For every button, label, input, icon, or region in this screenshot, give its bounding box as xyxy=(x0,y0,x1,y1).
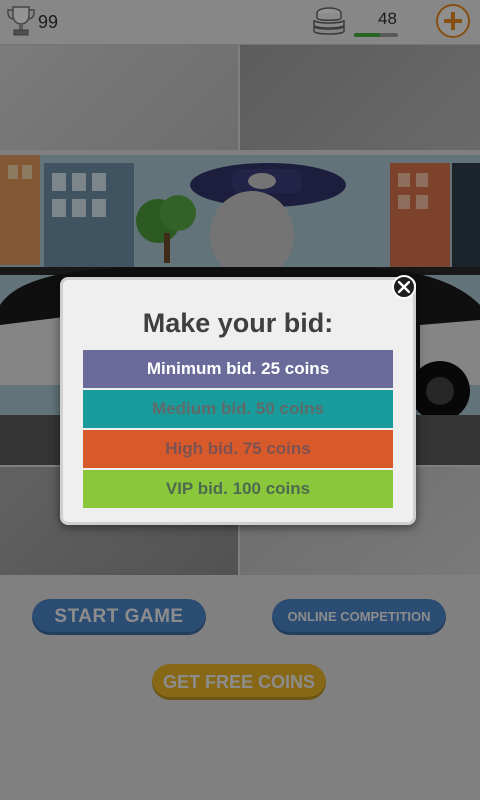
dialog-title: Make your bid: xyxy=(142,308,334,338)
vip-bid-option[interactable]: VIP bid. 100 coins xyxy=(83,470,393,508)
close-dialog-button[interactable] xyxy=(392,275,416,299)
high-bid-option[interactable]: High bid. 75 coins xyxy=(83,430,393,468)
close-icon xyxy=(398,281,410,293)
medium-bid-option[interactable]: Medium bid. 50 coins xyxy=(83,390,393,428)
bid-dialog: Make your bid: Minimum bid. 25 coins Med… xyxy=(60,277,416,525)
minimum-bid-option[interactable]: Minimum bid. 25 coins xyxy=(83,350,393,388)
